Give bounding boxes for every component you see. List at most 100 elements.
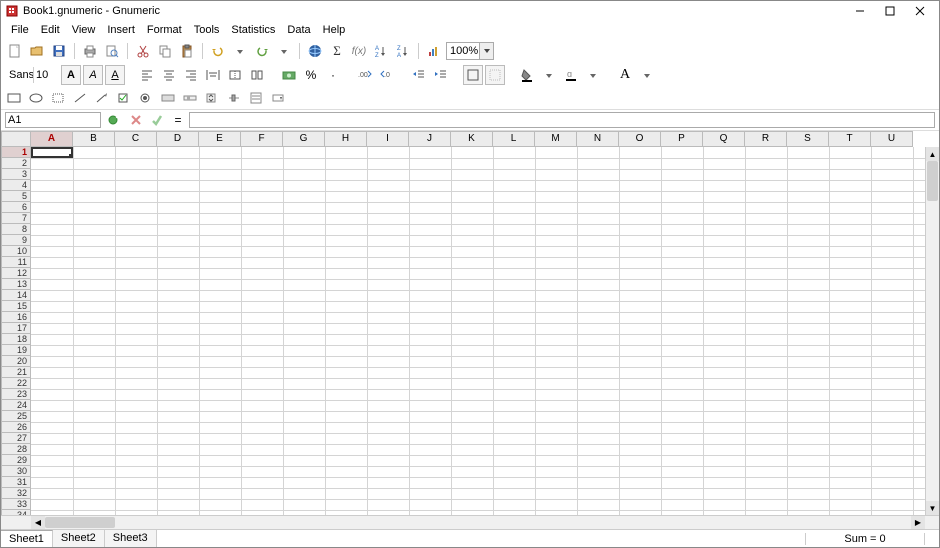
row-header-15[interactable]: 15	[1, 301, 31, 312]
copy-icon[interactable]	[155, 41, 175, 61]
row-header-34[interactable]: 34	[1, 510, 31, 515]
cancel-icon[interactable]	[127, 112, 145, 128]
cells-area[interactable]	[31, 147, 925, 515]
italic-button[interactable]: A	[83, 65, 103, 85]
menu-edit[interactable]: Edit	[35, 22, 66, 38]
borders-icon[interactable]	[463, 65, 483, 85]
accept-icon[interactable]	[149, 112, 167, 128]
vertical-scrollbar[interactable]: ▲ ▼	[925, 147, 939, 515]
increase-indent-icon[interactable]	[431, 65, 451, 85]
undo-icon[interactable]	[208, 41, 228, 61]
cut-icon[interactable]	[133, 41, 153, 61]
column-header-H[interactable]: H	[325, 131, 367, 147]
menu-file[interactable]: File	[5, 22, 35, 38]
redo-dropdown-icon[interactable]	[274, 41, 294, 61]
sheet-tab-sheet3[interactable]: Sheet3	[105, 530, 157, 547]
radio-icon[interactable]	[137, 89, 155, 107]
list-icon[interactable]	[247, 89, 265, 107]
row-header-23[interactable]: 23	[1, 389, 31, 400]
bold-button[interactable]: A	[61, 65, 81, 85]
underline-button[interactable]: A	[105, 65, 125, 85]
hyperlink-icon[interactable]	[305, 41, 325, 61]
align-left-icon[interactable]	[137, 65, 157, 85]
row-header-10[interactable]: 10	[1, 246, 31, 257]
percent-icon[interactable]: %	[301, 65, 321, 85]
paste-icon[interactable]	[177, 41, 197, 61]
menu-insert[interactable]: Insert	[101, 22, 141, 38]
spinbutton-icon[interactable]	[203, 89, 221, 107]
checkbox-icon[interactable]	[115, 89, 133, 107]
row-header-31[interactable]: 31	[1, 477, 31, 488]
scroll-down-icon[interactable]: ▼	[926, 501, 939, 515]
sort-desc-icon[interactable]: ZA	[393, 41, 413, 61]
row-header-8[interactable]: 8	[1, 224, 31, 235]
column-header-P[interactable]: P	[661, 131, 703, 147]
select-all-corner[interactable]	[1, 131, 31, 147]
fill-color-icon[interactable]	[517, 65, 537, 85]
row-header-16[interactable]: 16	[1, 312, 31, 323]
row-header-27[interactable]: 27	[1, 433, 31, 444]
column-header-B[interactable]: B	[73, 131, 115, 147]
decrease-indent-icon[interactable]	[409, 65, 429, 85]
row-header-20[interactable]: 20	[1, 356, 31, 367]
menu-data[interactable]: Data	[281, 22, 316, 38]
status-sum[interactable]: Sum = 0	[805, 533, 925, 545]
font-color-icon[interactable]: ɑ	[561, 65, 581, 85]
row-header-21[interactable]: 21	[1, 367, 31, 378]
column-header-S[interactable]: S	[787, 131, 829, 147]
row-header-9[interactable]: 9	[1, 235, 31, 246]
horizontal-scrollbar[interactable]: ◀ ▶	[31, 516, 925, 529]
scroll-right-icon[interactable]: ▶	[911, 516, 925, 529]
frame-icon[interactable]	[49, 89, 67, 107]
column-header-T[interactable]: T	[829, 131, 871, 147]
font-text-icon[interactable]: A	[615, 65, 635, 85]
font-name-field[interactable]: Sans	[5, 67, 31, 83]
font-dropdown-icon[interactable]	[637, 65, 657, 85]
row-header-13[interactable]: 13	[1, 279, 31, 290]
column-header-I[interactable]: I	[367, 131, 409, 147]
increase-decimals-icon[interactable]: .00	[355, 65, 375, 85]
open-icon[interactable]	[27, 41, 47, 61]
row-header-3[interactable]: 3	[1, 169, 31, 180]
column-header-A[interactable]: A	[31, 131, 73, 147]
row-header-12[interactable]: 12	[1, 268, 31, 279]
row-header-14[interactable]: 14	[1, 290, 31, 301]
sheet-tab-sheet2[interactable]: Sheet2	[53, 530, 105, 547]
currency-icon[interactable]	[279, 65, 299, 85]
menu-statistics[interactable]: Statistics	[225, 22, 281, 38]
cell-reference-input[interactable]	[5, 112, 101, 128]
print-preview-icon[interactable]	[102, 41, 122, 61]
column-header-L[interactable]: L	[493, 131, 535, 147]
thousands-icon[interactable]: ·	[323, 65, 343, 85]
scroll-left-icon[interactable]: ◀	[31, 516, 45, 529]
save-icon[interactable]	[49, 41, 69, 61]
row-header-32[interactable]: 32	[1, 488, 31, 499]
minimize-button[interactable]	[845, 2, 875, 20]
sort-asc-icon[interactable]: AZ	[371, 41, 391, 61]
button-icon[interactable]	[159, 89, 177, 107]
row-header-18[interactable]: 18	[1, 334, 31, 345]
menu-view[interactable]: View	[66, 22, 102, 38]
row-header-4[interactable]: 4	[1, 180, 31, 191]
row-header-1[interactable]: 1	[1, 147, 31, 158]
zoom-dropdown-icon[interactable]	[479, 43, 493, 59]
zoom-combo[interactable]: 100%	[446, 42, 494, 60]
row-header-19[interactable]: 19	[1, 345, 31, 356]
row-header-25[interactable]: 25	[1, 411, 31, 422]
sum-icon[interactable]: Σ	[327, 41, 347, 61]
scroll-up-icon[interactable]: ▲	[926, 147, 939, 161]
row-header-17[interactable]: 17	[1, 323, 31, 334]
row-header-5[interactable]: 5	[1, 191, 31, 202]
redo-icon[interactable]	[252, 41, 272, 61]
scrollbar-icon[interactable]	[181, 89, 199, 107]
menu-help[interactable]: Help	[317, 22, 352, 38]
rectangle-icon[interactable]	[5, 89, 23, 107]
column-header-R[interactable]: R	[745, 131, 787, 147]
column-header-J[interactable]: J	[409, 131, 451, 147]
arrow-icon[interactable]	[93, 89, 111, 107]
ellipse-icon[interactable]	[27, 89, 45, 107]
row-header-26[interactable]: 26	[1, 422, 31, 433]
split-cells-icon[interactable]	[247, 65, 267, 85]
row-header-29[interactable]: 29	[1, 455, 31, 466]
column-header-M[interactable]: M	[535, 131, 577, 147]
